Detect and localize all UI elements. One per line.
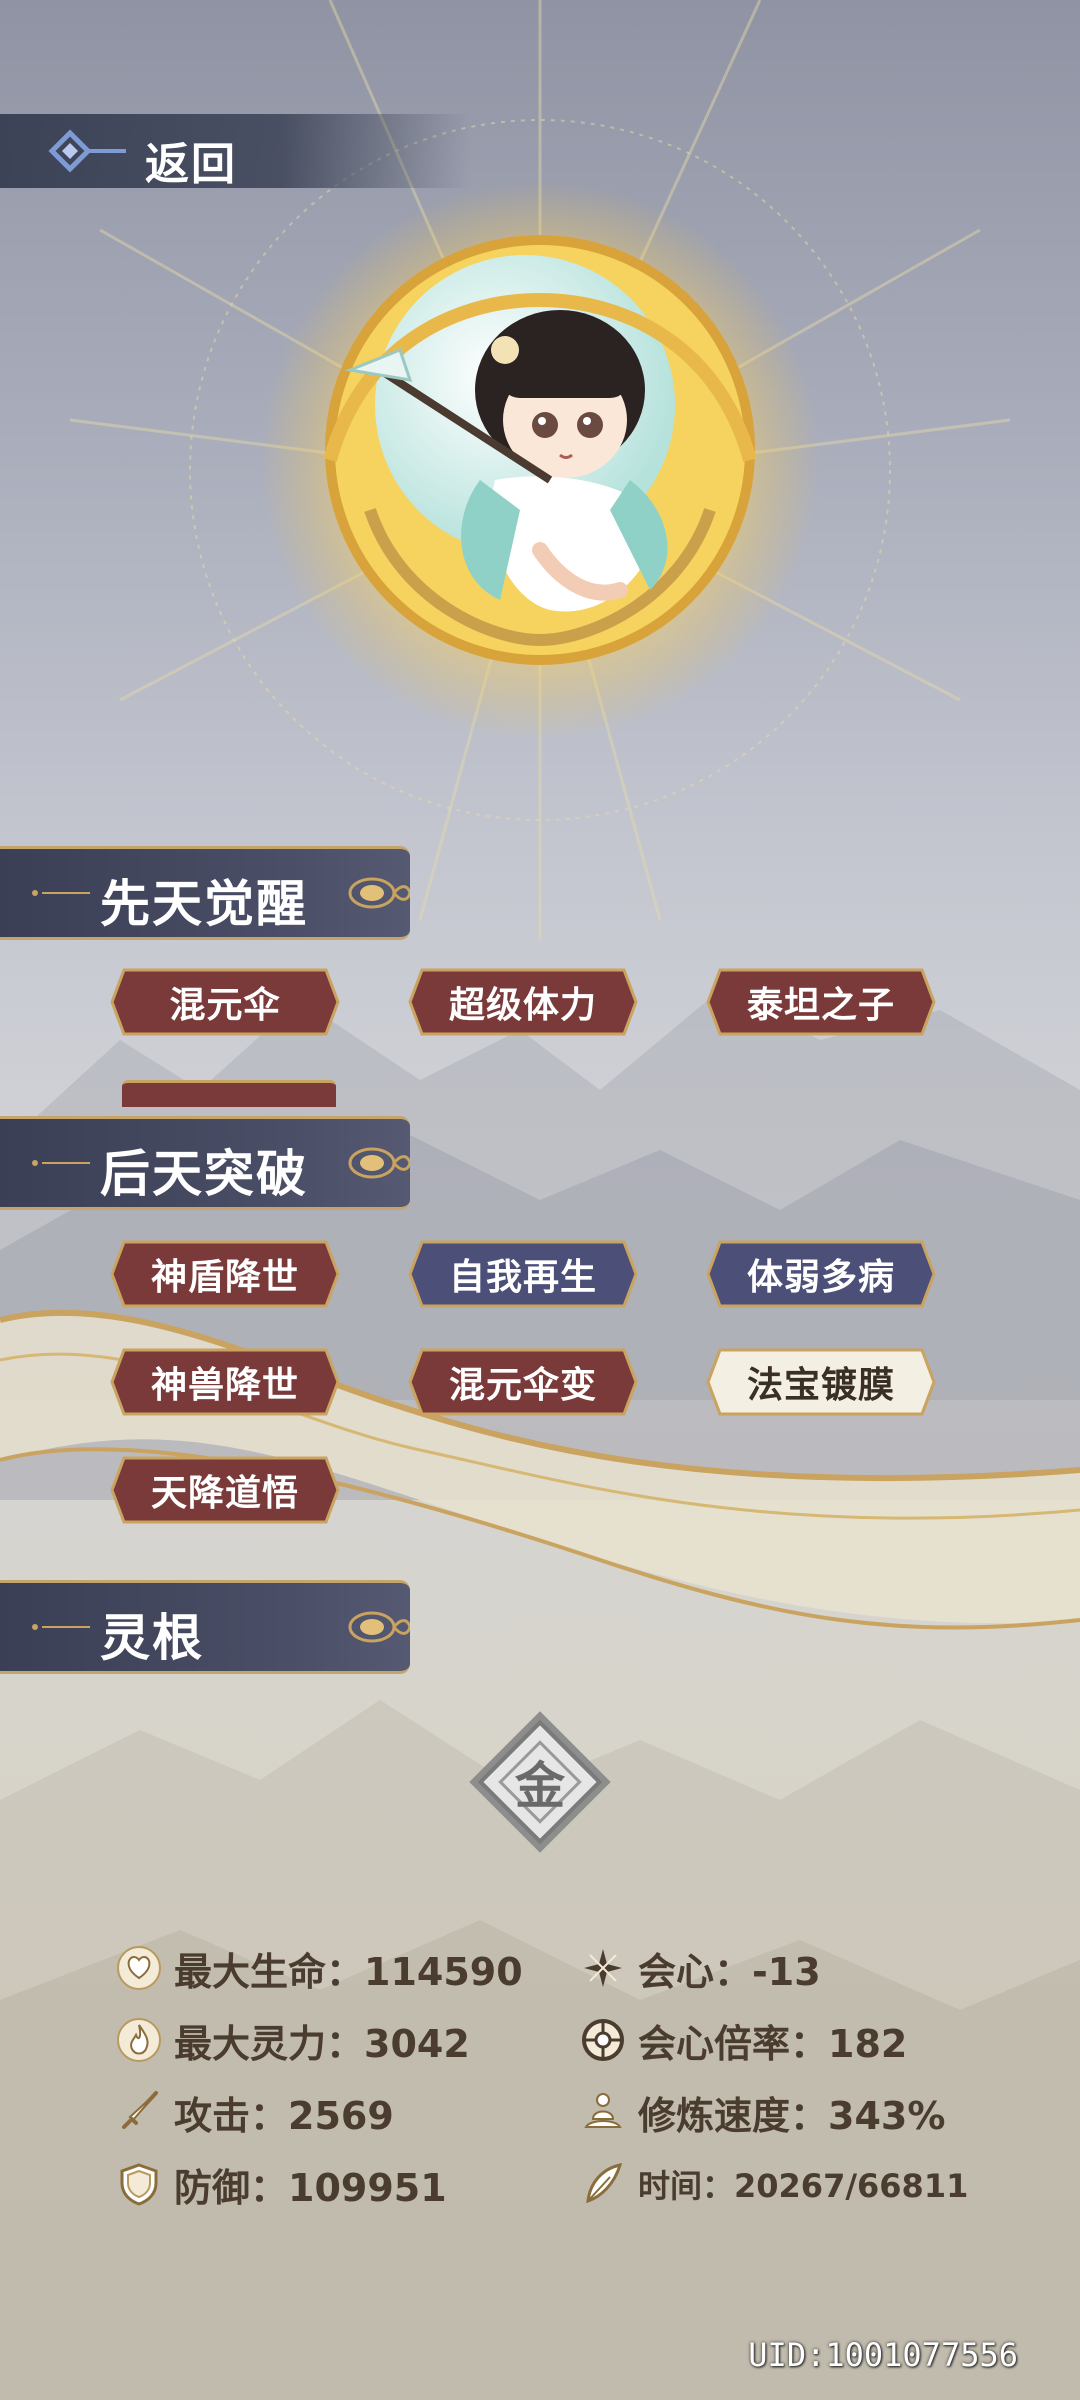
section-title-innate: 先天觉醒 xyxy=(100,875,308,933)
feather-icon xyxy=(586,2162,623,2204)
stat-crit-rate: 会心倍率：182 xyxy=(580,2012,907,2068)
back-arrow-icon[interactable] xyxy=(48,128,128,174)
acquired-tag-3[interactable]: 体弱多病 xyxy=(706,1236,936,1312)
stat-attack: 攻击：2569 xyxy=(116,2084,394,2140)
spirit-root-glyph: 金 xyxy=(515,1756,565,1815)
stat-defense: 防御：109951 xyxy=(116,2156,447,2212)
user-id: UID:1001077556 xyxy=(748,2336,1018,2374)
acquired-tag-5[interactable]: 混元伞变 xyxy=(408,1344,638,1420)
section-header-root: 灵根 xyxy=(0,1580,420,1674)
character-portrait xyxy=(260,180,820,740)
section-title-acquired: 后天突破 xyxy=(100,1145,308,1203)
acquired-tag-2[interactable]: 自我再生 xyxy=(408,1236,638,1312)
heart-icon xyxy=(117,1946,161,1990)
section-header-innate: 先天觉醒 xyxy=(0,846,420,940)
back-button[interactable]: 返回 xyxy=(145,128,237,192)
acquired-tag-1[interactable]: 神盾降世 xyxy=(110,1236,340,1312)
hidden-tag-peek xyxy=(122,1080,336,1107)
meditation-icon xyxy=(584,2093,622,2128)
innate-tag-2[interactable]: 超级体力 xyxy=(408,964,638,1040)
spirit-root-metal-badge[interactable]: 金 xyxy=(468,1710,612,1854)
innate-tag-3[interactable]: 泰坦之子 xyxy=(706,964,936,1040)
gold-ornament-icon xyxy=(348,1611,410,1643)
acquired-tag-6[interactable]: 法宝镀膜 xyxy=(706,1344,936,1420)
sword-icon xyxy=(122,2091,158,2129)
stat-crit: 会心：-13 xyxy=(580,1940,821,1996)
section-header-acquired: 后天突破 xyxy=(0,1116,420,1210)
acquired-tag-7[interactable]: 天降道悟 xyxy=(110,1452,340,1528)
spark-icon xyxy=(584,1949,622,1987)
stat-max-mana: 最大灵力：3042 xyxy=(116,2012,470,2068)
acquired-tag-4[interactable]: 神兽降世 xyxy=(110,1344,340,1420)
flame-icon xyxy=(117,2018,161,2062)
stat-time: 时间：20267/66811 xyxy=(580,2156,968,2212)
shield-icon xyxy=(120,2163,158,2206)
stat-train-speed: 修炼速度：343% xyxy=(580,2084,945,2140)
gold-ornament-icon xyxy=(348,1147,410,1179)
innate-tag-1[interactable]: 混元伞 xyxy=(110,964,340,1040)
stat-max-hp: 最大生命：114590 xyxy=(116,1940,523,1996)
gold-ornament-icon xyxy=(348,877,410,909)
section-title-root: 灵根 xyxy=(100,1609,204,1667)
target-icon xyxy=(582,2019,624,2061)
